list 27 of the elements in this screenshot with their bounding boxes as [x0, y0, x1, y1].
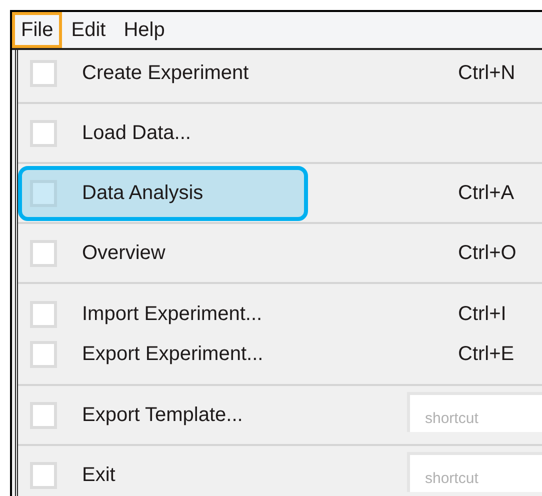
- checkbox[interactable]: [30, 300, 57, 328]
- checkbox[interactable]: [30, 60, 57, 86]
- checkbox[interactable]: [30, 240, 57, 266]
- menu-item-label[interactable]: Import Experiment...: [82, 299, 262, 329]
- checkbox[interactable]: [30, 462, 57, 488]
- checkbox[interactable]: [30, 402, 57, 428]
- menu-item-label[interactable]: Create Experiment: [82, 58, 249, 88]
- highlighted-menu-item[interactable]: Data Analysis: [18, 166, 308, 220]
- shortcut-label: Ctrl+E: [458, 342, 516, 367]
- menu-item-label[interactable]: Exit: [82, 460, 116, 490]
- shortcut-label: Ctrl+O: [458, 241, 518, 266]
- menu-item-label[interactable]: Export Experiment...: [82, 339, 264, 369]
- checkbox[interactable]: [30, 120, 57, 146]
- menu-bar-item[interactable]: Edit: [62, 12, 115, 48]
- menu-item-label[interactable]: Overview: [82, 238, 166, 268]
- menu-bar-item[interactable]: File: [12, 12, 62, 48]
- shortcut-field[interactable]: shortcut: [407, 452, 542, 492]
- menu-item-label[interactable]: Data Analysis: [82, 178, 204, 208]
- menu-item-label[interactable]: Load Data...: [82, 118, 191, 148]
- menu-item-label[interactable]: Export Template...: [82, 400, 243, 430]
- checkbox[interactable]: [30, 340, 57, 368]
- shortcut-label: Ctrl+A: [458, 181, 516, 206]
- shortcut-field[interactable]: shortcut: [407, 392, 542, 432]
- shortcut-label: Ctrl+I: [458, 302, 508, 327]
- menu-bar-item[interactable]: Help: [114, 12, 174, 48]
- checkbox[interactable]: [30, 180, 57, 206]
- shortcut-label: Ctrl+N: [458, 61, 516, 86]
